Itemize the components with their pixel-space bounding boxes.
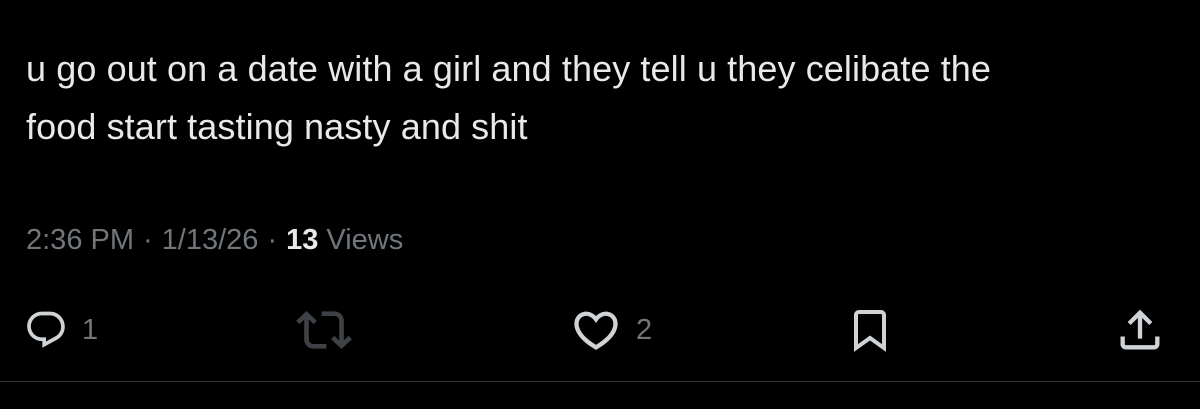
bookmark-button[interactable] (846, 298, 894, 362)
share-icon (1114, 304, 1166, 356)
like-count: 2 (636, 313, 653, 346)
reply-count: 1 (82, 313, 99, 346)
tweet-metadata: 2:36 PM · 1/13/26 · 13 Views (26, 218, 403, 262)
views-label[interactable]: Views (326, 224, 403, 257)
tweet-text: u go out on a date with a girl and they … (26, 40, 1176, 156)
heart-icon (570, 304, 622, 356)
tweet-date[interactable]: 1/13/26 (162, 224, 259, 257)
tweet-time[interactable]: 2:36 PM (26, 224, 134, 257)
views-count[interactable]: 13 (286, 224, 318, 257)
tweet-text-line-2: food start tasting nasty and shit (26, 106, 528, 147)
like-button[interactable]: 2 (570, 298, 652, 362)
bookmark-icon (846, 306, 894, 354)
retweet-button[interactable] (296, 298, 366, 362)
bottom-divider (0, 381, 1200, 382)
action-bar: 1 2 (0, 298, 1200, 362)
retweet-icon (296, 302, 352, 358)
reply-icon (24, 308, 68, 352)
share-button[interactable] (1114, 298, 1166, 362)
metadata-separator: · (267, 223, 278, 256)
metadata-separator: · (143, 223, 153, 256)
reply-button[interactable]: 1 (24, 298, 98, 362)
tweet-text-line-1: u go out on a date with a girl and they … (26, 48, 992, 89)
